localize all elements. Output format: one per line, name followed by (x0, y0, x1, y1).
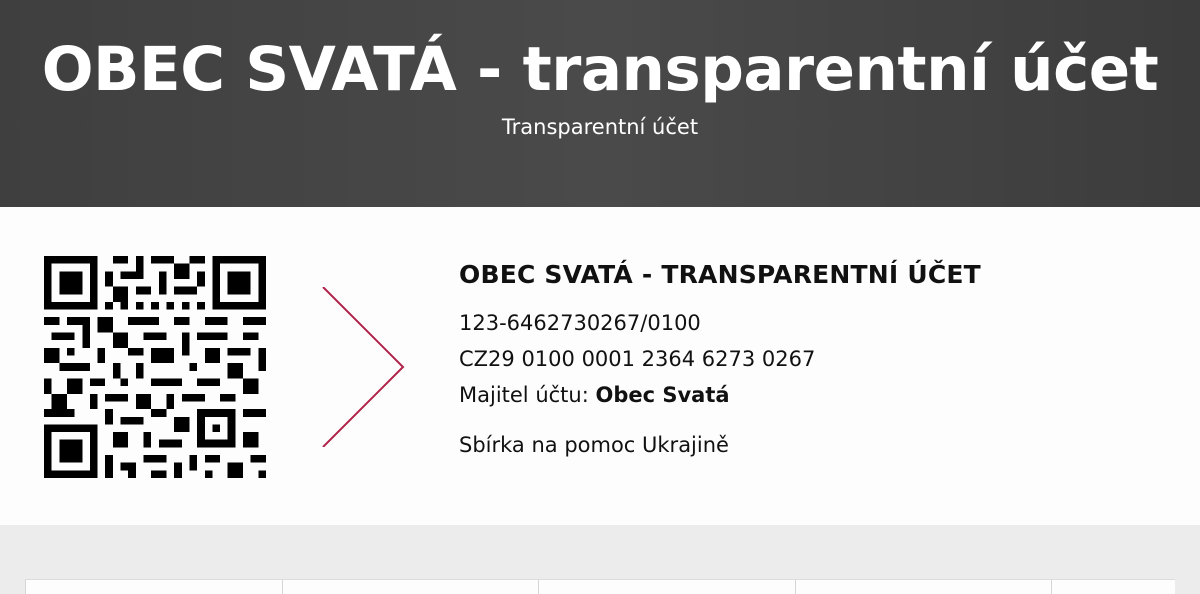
footer-table-top (25, 579, 1175, 594)
chevron-right-icon (322, 287, 405, 447)
account-info: OBEC SVATÁ - TRANSPARENTNÍ ÚČET 123-6462… (459, 257, 981, 459)
account-owner: Majitel účtu: Obec Svatá (459, 377, 981, 413)
account-note: Sbírka na pomoc Ukrajině (459, 433, 729, 457)
owner-label: Majitel účtu: (459, 383, 589, 407)
account-number: 123-6462730267/0100 (459, 311, 701, 335)
column-divider (538, 580, 539, 594)
column-divider (1051, 580, 1052, 594)
owner-name: Obec Svatá (595, 383, 730, 407)
column-divider (795, 580, 796, 594)
page-title: OBEC SVATÁ - transparentní účet (41, 34, 1159, 105)
page-subtitle: Transparentní účet (501, 115, 699, 139)
account-iban: CZ29 0100 0001 2364 6273 0267 (459, 347, 816, 371)
column-divider (282, 580, 283, 594)
column-divider (25, 580, 26, 594)
account-title: OBEC SVATÁ - TRANSPARENTNÍ ÚČET (459, 260, 981, 289)
page-header: OBEC SVATÁ - transparentní účet Transpar… (0, 0, 1200, 207)
account-card: OBEC SVATÁ - TRANSPARENTNÍ ÚČET 123-6462… (0, 207, 1200, 525)
qr-code-image (44, 256, 266, 478)
